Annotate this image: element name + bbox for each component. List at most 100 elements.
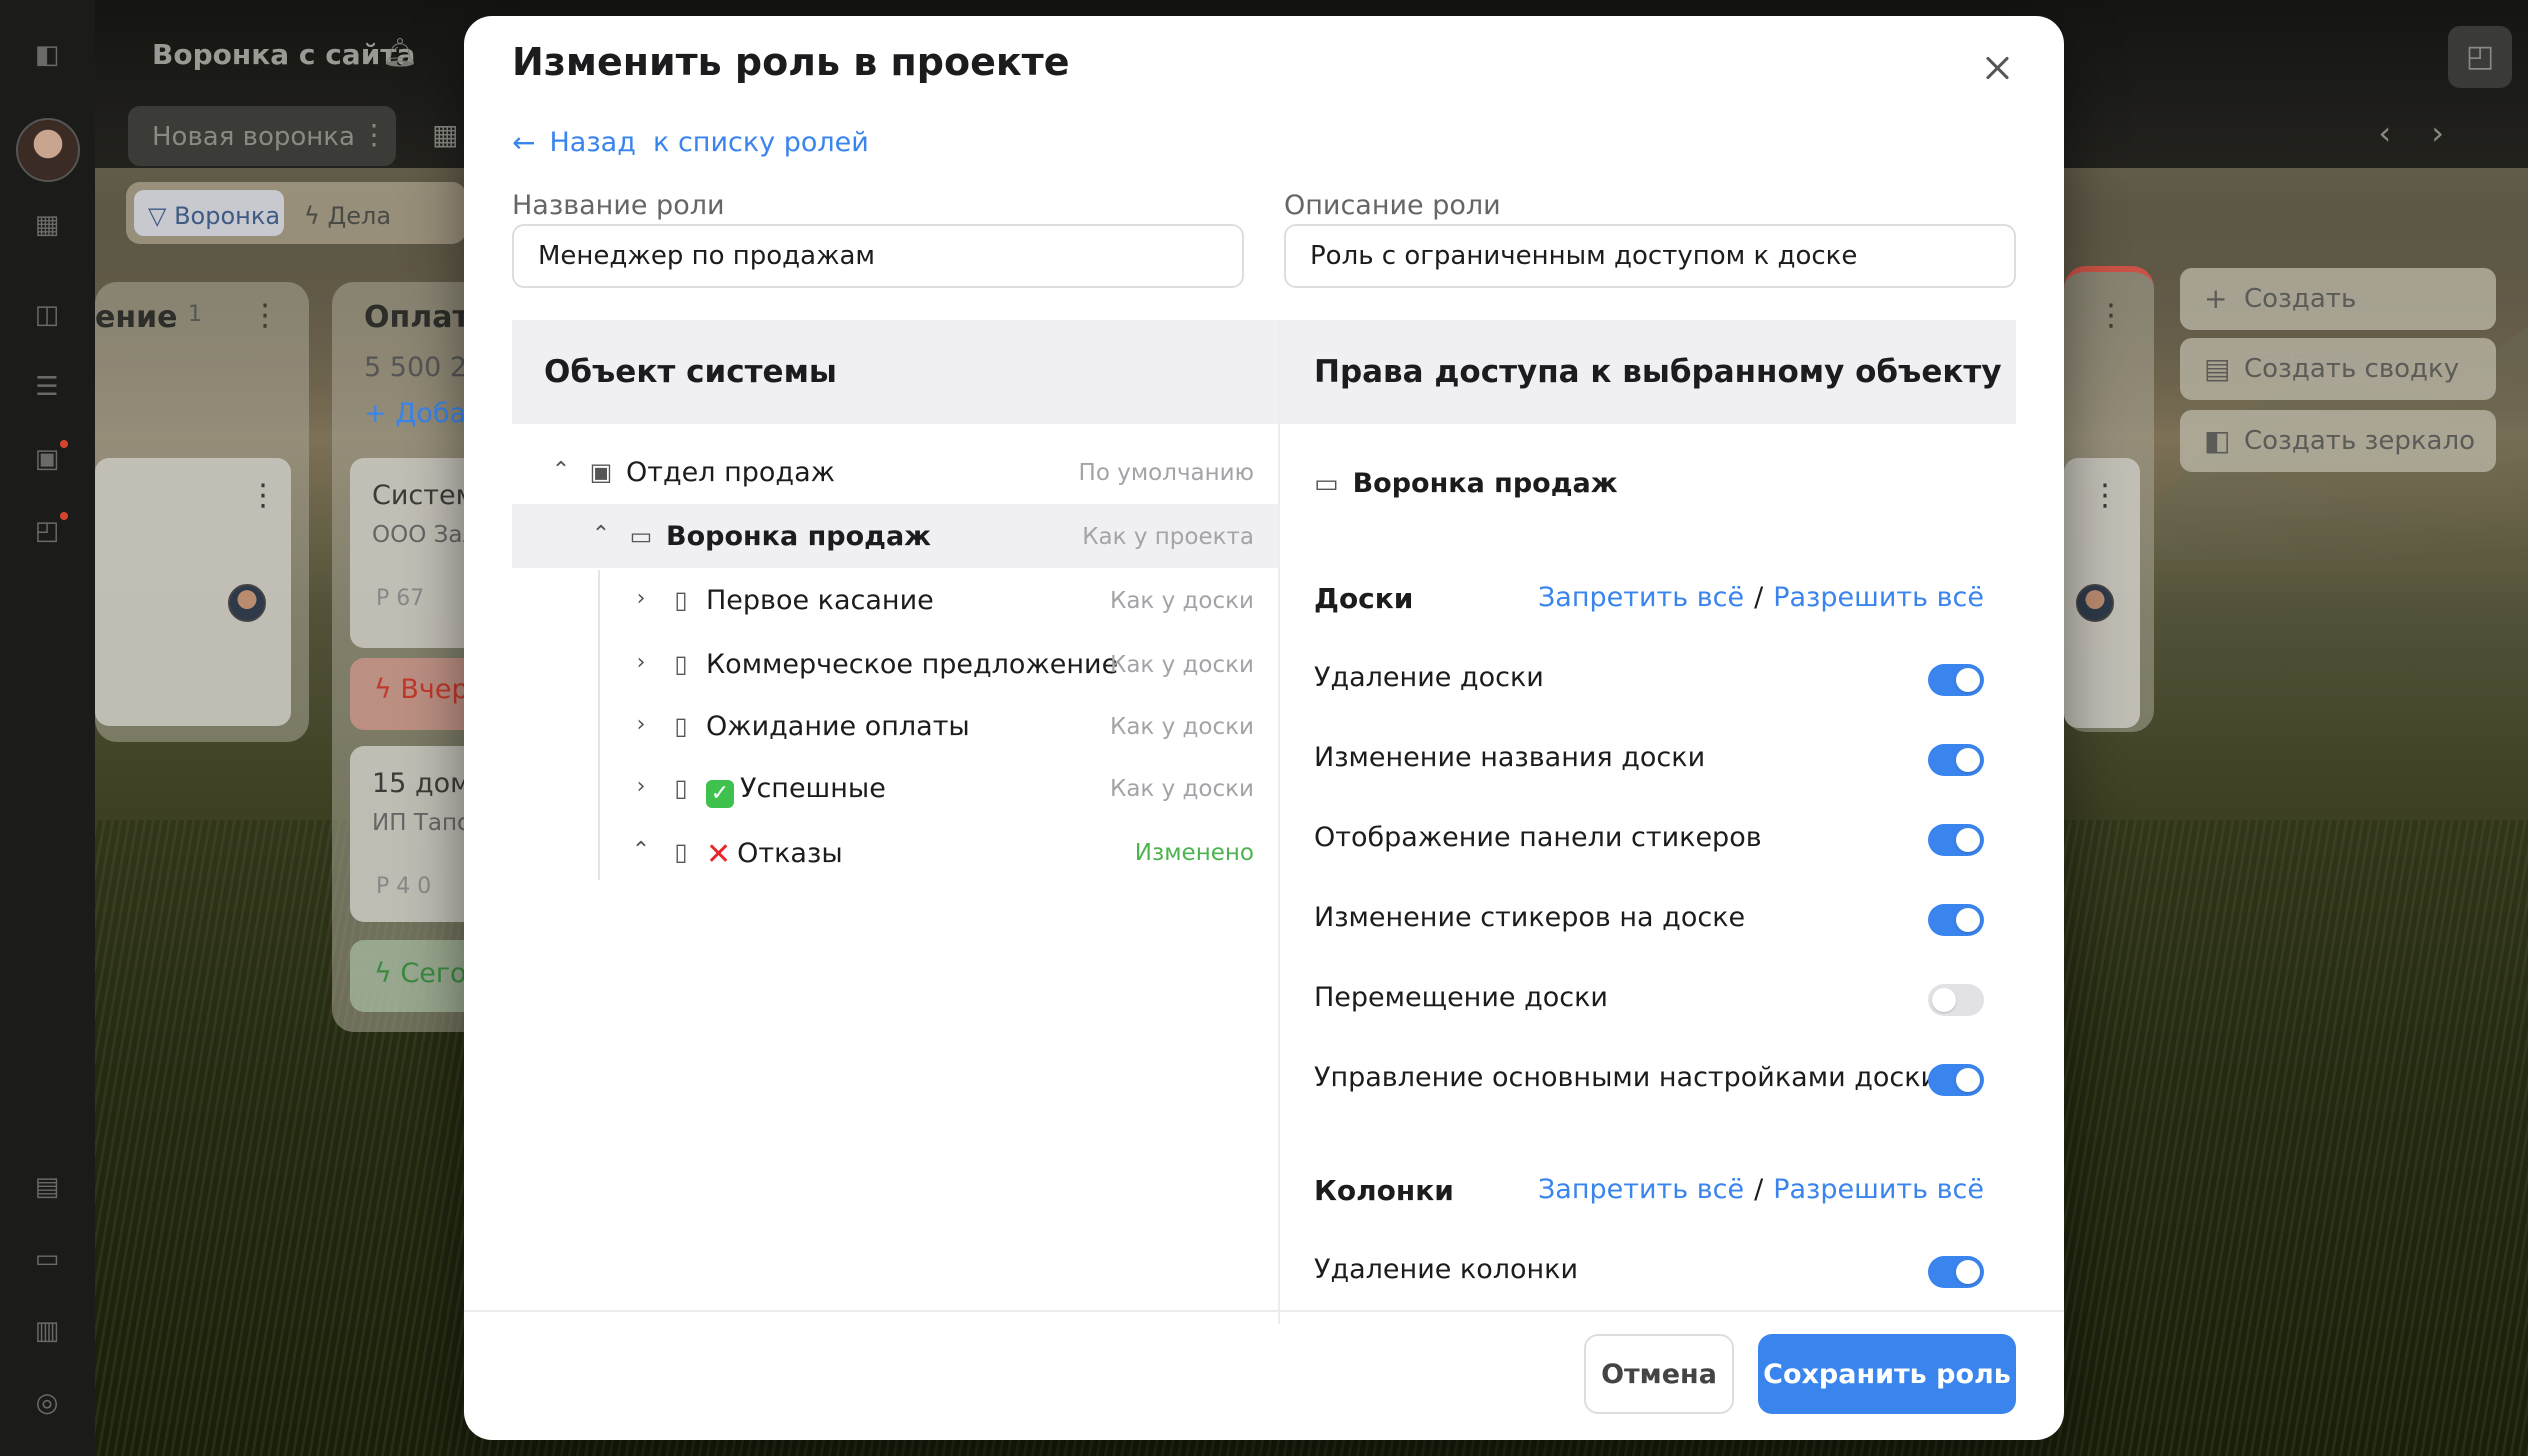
edit-role-modal: Изменить роль в проекте ← Назад к списку… — [464, 16, 2064, 1440]
chat-panel-button[interactable]: ◰ — [2448, 26, 2512, 88]
add-card-link[interactable]: + Доба — [364, 398, 466, 429]
document-icon[interactable]: ▥ — [32, 1316, 62, 1346]
create-column-button[interactable]: +Создать колонку... — [2180, 268, 2496, 376]
tree-item-label: Коммерческое предложение — [706, 649, 1119, 680]
chevron-right-icon[interactable]: › — [628, 650, 654, 676]
create-summary-button[interactable]: ▤ Создать сводку — [2180, 338, 2496, 400]
plus-icon: + — [2204, 282, 2228, 315]
objects-panel-header: Объект системы — [512, 320, 1278, 424]
tree-item-label: ✓ Успешные — [706, 773, 886, 808]
boards-deny-all-link[interactable]: Запретить всё — [1538, 582, 1744, 613]
modal-title: Изменить роль в проекте — [512, 40, 1070, 84]
folder-icon: ▭ — [1314, 468, 1339, 499]
columns-allow-all-link[interactable]: Разрешить всё — [1773, 1174, 1984, 1205]
permission-label: Удаление доски — [1314, 662, 1544, 693]
chevron-up-icon[interactable]: ⌃ — [548, 458, 574, 484]
monitor-icon[interactable]: ▭ — [32, 1244, 62, 1274]
card-company: ИП Тапо — [372, 810, 472, 836]
close-icon[interactable] — [1980, 50, 2016, 86]
more-vertical-icon[interactable]: ⋮ — [360, 118, 388, 151]
more-vertical-icon[interactable]: ⋮ — [2090, 478, 2120, 513]
bell-icon[interactable]: 🔔︎ — [382, 36, 418, 69]
rights-panel-title: Права доступа к выбранному объекту — [1314, 354, 2002, 390]
board-icon: ▯ — [674, 650, 688, 678]
permission-label: Управление основными настройками доски — [1314, 1062, 1939, 1093]
board-icon: ▯ — [674, 586, 688, 614]
columns-bulk-actions: Запретить всё / Разрешить всё — [1537, 1174, 1984, 1205]
tree-item-successful[interactable]: › ▯ ✓ Успешные Как у доски — [512, 756, 1278, 820]
contacts-icon[interactable]: ◫ — [32, 300, 62, 330]
save-role-button[interactable]: Сохранить роль — [1758, 1334, 2016, 1414]
tree-item-awaiting-payment[interactable]: › ▯ Ожидание оплаты Как у доски — [512, 694, 1278, 758]
grid-icon[interactable]: ▦ — [432, 118, 458, 151]
more-vertical-icon[interactable]: ⋮ — [2096, 298, 2126, 333]
card-badge: P 67 — [376, 586, 425, 611]
list-icon[interactable]: ☰ — [32, 372, 62, 402]
permission-toggle[interactable] — [1928, 1064, 1984, 1096]
tree-item-sales-funnel[interactable]: ⌃ ▭ Воронка продаж Как у проекта — [512, 504, 1278, 568]
permission-label: Изменение названия доски — [1314, 742, 1706, 773]
back-link-label: Назад к списку ролей — [549, 127, 869, 158]
role-description-input[interactable] — [1284, 224, 2016, 288]
chevron-right-icon[interactable]: › — [628, 586, 654, 612]
permission-toggle[interactable] — [1928, 664, 1984, 696]
chevron-up-icon[interactable]: ⌃ — [628, 838, 654, 864]
column-sum: 5 500 2 — [364, 352, 468, 383]
tree-item-label: ✕ Отказы — [706, 837, 843, 872]
back-to-roles-link[interactable]: ← Назад к списку ролей — [512, 126, 869, 159]
tree-item-status: Как у доски — [1109, 776, 1254, 802]
notification-dot — [60, 440, 68, 448]
tree-item-label: Ожидание оплаты — [706, 711, 970, 742]
permission-toggle[interactable] — [1928, 1256, 1984, 1288]
chevron-up-icon[interactable]: ⌃ — [588, 522, 614, 548]
help-icon[interactable]: ◎ — [32, 1388, 62, 1418]
clipboard-icon[interactable]: ▤ — [32, 1172, 62, 1202]
permission-toggle[interactable] — [1928, 904, 1984, 936]
sidebar-toggle-icon[interactable]: ◧ — [32, 40, 62, 70]
permission-toggle[interactable] — [1928, 984, 1984, 1016]
card-avatar — [2076, 584, 2114, 622]
create-mirror-button[interactable]: ◧ Создать зеркало — [2180, 410, 2496, 472]
tree-item-commercial-offer[interactable]: › ▯ Коммерческое предложение Как у доски — [512, 632, 1278, 696]
selected-object-label: Воронка продаж — [1352, 468, 1618, 499]
boards-bulk-actions: Запретить всё / Разрешить всё — [1537, 582, 1984, 613]
building-icon[interactable]: ▦ — [32, 210, 62, 240]
filter-tasks-label[interactable]: ϟ Дела — [304, 202, 391, 230]
tree-item-rejections[interactable]: ⌃ ▯ ✕ Отказы Изменено — [512, 820, 1278, 884]
board-icon: ▯ — [674, 712, 688, 740]
chat-icon[interactable]: ◰ — [32, 516, 62, 546]
selected-object-title: ▭ Воронка продаж — [1314, 468, 1618, 499]
role-name-input[interactable] — [512, 224, 1244, 288]
cancel-button[interactable]: Отмена — [1584, 1334, 1734, 1414]
card-alert-label: ϟ Вчер — [374, 674, 469, 705]
tree-item-label: Воронка продаж — [666, 521, 932, 552]
chevron-right-icon[interactable]: › — [628, 712, 654, 738]
tree-item-status: По умолчанию — [1078, 460, 1254, 486]
footer-divider — [464, 1310, 2064, 1312]
more-vertical-icon[interactable]: ⋮ — [248, 478, 278, 513]
user-avatar[interactable] — [16, 118, 80, 182]
more-vertical-icon[interactable]: ⋮ — [250, 298, 280, 333]
tree-item-status: Как у доски — [1109, 588, 1254, 614]
columns-section-title: Колонки — [1314, 1174, 1454, 1207]
briefcase-icon[interactable]: ▣ — [32, 444, 62, 474]
permission-toggle[interactable] — [1928, 744, 1984, 776]
permission-label: Изменение стикеров на доске — [1314, 902, 1746, 933]
card-avatar — [228, 584, 266, 622]
card-title: Систем — [372, 480, 476, 511]
role-name-label: Название роли — [512, 190, 725, 221]
briefcase-icon: ▣ — [589, 458, 613, 486]
folder-icon: ▭ — [629, 522, 653, 550]
board-icon: ▯ — [674, 774, 688, 802]
card-badge: P 4 0 — [376, 874, 432, 899]
tree-item-first-contact[interactable]: › ▯ Первое касание Как у доски — [512, 568, 1278, 632]
tree-item-sales-department[interactable]: ⌃ ▣ Отдел продаж По умолчанию — [512, 440, 1278, 504]
columns-deny-all-link[interactable]: Запретить всё — [1538, 1174, 1744, 1205]
permission-toggle[interactable] — [1928, 824, 1984, 856]
chevron-right-icon[interactable]: › — [628, 774, 654, 800]
role-description-label: Описание роли — [1284, 190, 1501, 221]
boards-allow-all-link[interactable]: Разрешить всё — [1773, 582, 1984, 613]
document-icon: ▤ — [2204, 352, 2231, 385]
tree-item-status: Изменено — [1134, 840, 1254, 866]
nav-arrows-icon[interactable]: ‹› — [2378, 114, 2484, 152]
